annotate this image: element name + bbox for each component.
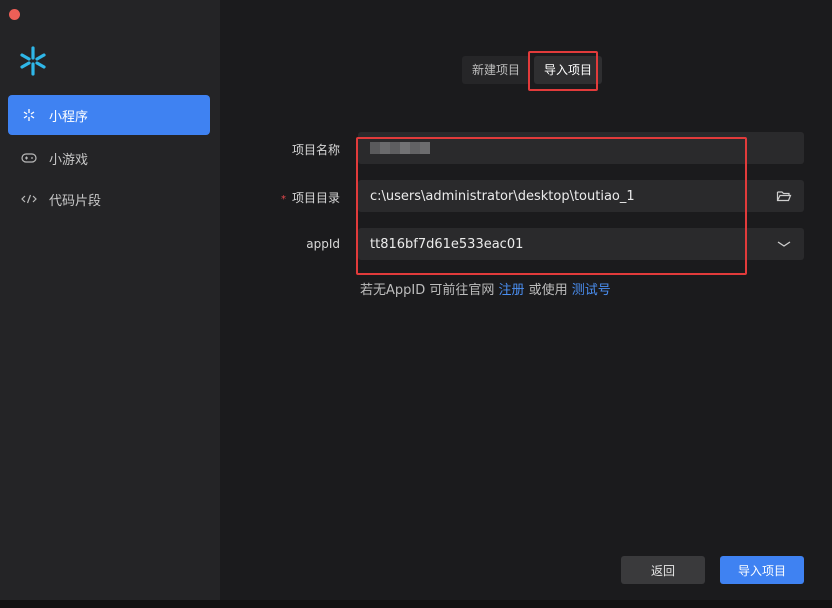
import-project-button[interactable]: 导入项目 bbox=[720, 556, 804, 584]
help-prefix: 若无AppID 可前往官网 bbox=[360, 283, 499, 298]
code-icon bbox=[21, 191, 37, 207]
appid-label: appId bbox=[306, 237, 340, 251]
appid-input[interactable] bbox=[370, 236, 792, 252]
blurred-project-name bbox=[370, 142, 430, 154]
project-dir-label: 项目目录 bbox=[291, 191, 340, 205]
folder-open-icon[interactable] bbox=[776, 188, 792, 204]
help-middle: 或使用 bbox=[524, 283, 572, 298]
sidebar-item-label: 小游戏 bbox=[49, 152, 89, 168]
sidebar-item-label: 代码片段 bbox=[49, 193, 102, 209]
project-name-field[interactable] bbox=[358, 132, 804, 164]
back-button[interactable]: 返回 bbox=[621, 556, 705, 584]
required-mark: * bbox=[280, 194, 286, 205]
sparkle-logo-icon bbox=[18, 46, 48, 76]
sidebar-item-miniprogram[interactable]: 小程序 bbox=[8, 95, 210, 135]
sidebar-item-minigame[interactable]: 小游戏 bbox=[8, 138, 210, 178]
sparkle-icon bbox=[21, 107, 37, 123]
sidebar: 小程序 小游戏 代码片段 bbox=[0, 0, 220, 600]
appid-help-text: 若无AppID 可前往官网 注册 或使用 测试号 bbox=[360, 279, 611, 298]
project-dir-label-wrap: * 项目目录 bbox=[250, 189, 340, 206]
chevron-down-icon[interactable] bbox=[776, 236, 792, 252]
sidebar-item-label: 小程序 bbox=[49, 109, 89, 125]
register-link[interactable]: 注册 bbox=[499, 283, 525, 298]
tab-import-project[interactable]: 导入项目 bbox=[534, 56, 603, 84]
app-window: 小程序 小游戏 代码片段 新建项目 导入项目 项目名称 * 项目目录 appId… bbox=[0, 0, 832, 608]
test-account-link[interactable]: 测试号 bbox=[572, 283, 611, 298]
tab-new-project[interactable]: 新建项目 bbox=[462, 56, 531, 84]
close-window-dot[interactable] bbox=[9, 9, 20, 20]
bottom-strip bbox=[0, 600, 832, 608]
appid-select[interactable] bbox=[358, 228, 804, 260]
project-dir-field[interactable] bbox=[358, 180, 804, 212]
gamepad-icon bbox=[21, 150, 37, 166]
project-dir-input[interactable] bbox=[370, 188, 792, 204]
sidebar-item-code-snippet[interactable]: 代码片段 bbox=[8, 179, 210, 219]
project-name-label: 项目名称 bbox=[291, 143, 340, 157]
project-tabs: 新建项目 导入项目 bbox=[462, 56, 603, 84]
